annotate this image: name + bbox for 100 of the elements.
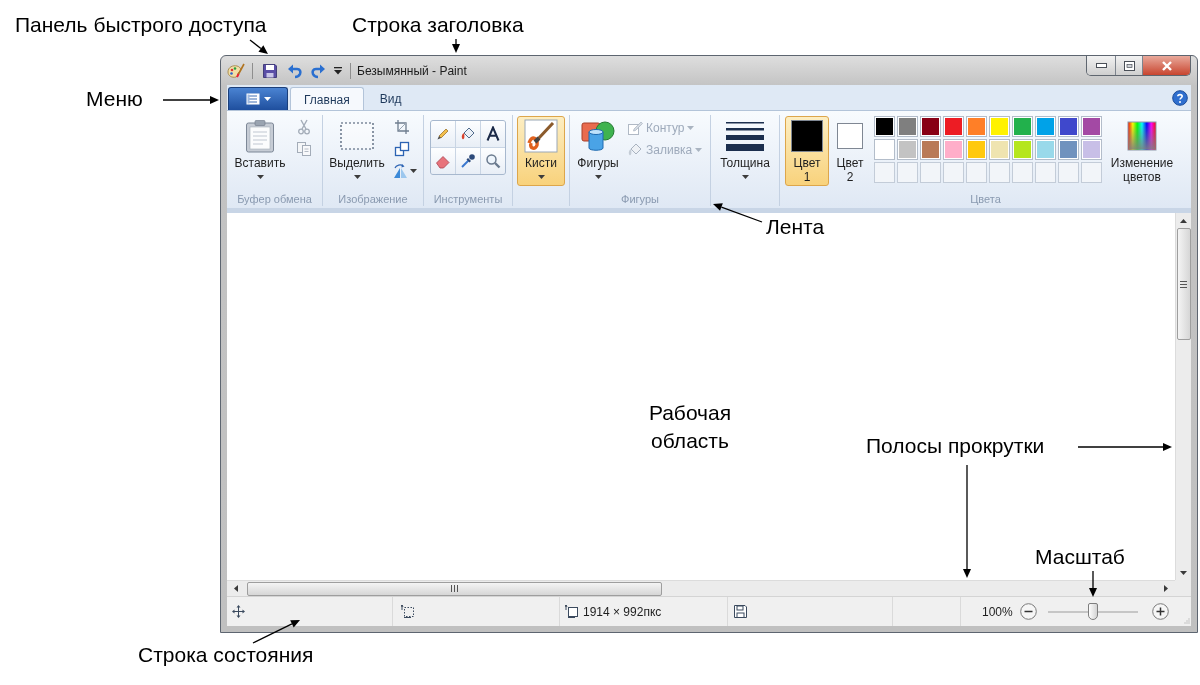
grip-icon	[1180, 280, 1187, 288]
arrow-up-icon	[1180, 218, 1187, 223]
caret-icon	[263, 97, 271, 101]
ribbon-button[interactable]: Вставить	[230, 116, 290, 186]
zoom-level-text: 100%	[982, 603, 1013, 621]
caret-icon	[687, 126, 695, 130]
minimize-button[interactable]	[1087, 56, 1116, 75]
color-swatch[interactable]	[1035, 139, 1056, 160]
color-slot-button[interactable]: Цвет 2	[832, 116, 868, 186]
horizontal-scrollbar[interactable]	[227, 580, 1175, 596]
resize-grip-icon	[1183, 617, 1190, 624]
scissors-icon	[296, 119, 312, 135]
save-button[interactable]	[262, 62, 278, 79]
empty-color-slot[interactable]	[1035, 162, 1056, 183]
crop-icon	[394, 119, 410, 135]
color-swatch[interactable]	[920, 139, 941, 160]
callout-label: Панель быстрого доступа	[15, 12, 267, 38]
empty-color-slot[interactable]	[1012, 162, 1033, 183]
plus-icon	[1151, 603, 1169, 620]
palette-icon	[227, 62, 245, 79]
group-label: Изображение	[338, 192, 408, 206]
color-swatch[interactable]	[1081, 139, 1102, 160]
window-title: Безымянный - Paint	[357, 62, 467, 80]
ribbon-button[interactable]: Толщина	[714, 116, 776, 186]
caret-icon	[409, 169, 417, 173]
ribbon-button[interactable]: Кисти	[517, 116, 565, 186]
paint-bucket-icon	[627, 142, 643, 158]
group-label: Цвета	[970, 192, 1001, 206]
empty-color-slot[interactable]	[897, 162, 918, 183]
ribbon-tab[interactable]: Вид	[365, 87, 416, 110]
help-icon	[1172, 89, 1188, 106]
dashed-rectangle-icon	[340, 122, 374, 150]
color-swatch[interactable]	[874, 139, 895, 160]
zoom-out-button[interactable]	[1019, 603, 1037, 620]
close-button[interactable]	[1143, 56, 1190, 75]
pencil-icon	[435, 126, 451, 142]
color-swatch[interactable]	[897, 139, 918, 160]
ribbon-button[interactable]: Выделить	[326, 116, 388, 186]
callout-label: Масштаб	[1035, 544, 1125, 570]
clipboard-icon	[245, 119, 275, 153]
caret-icon	[256, 175, 264, 179]
empty-color-slot[interactable]	[1081, 162, 1102, 183]
ribbon-button[interactable]: Фигуры	[573, 116, 623, 186]
caret-icon	[353, 175, 361, 179]
customize-button[interactable]	[333, 65, 343, 76]
callout-arrow	[252, 620, 300, 644]
color-swatch[interactable]	[920, 116, 941, 137]
callout-arrow	[249, 39, 268, 54]
callout-arrow	[452, 38, 460, 53]
empty-color-slot[interactable]	[1058, 162, 1079, 183]
slider-thumb[interactable]	[1087, 603, 1098, 620]
callout-label: Рабочая область	[647, 400, 733, 454]
vertical-scrollbar[interactable]	[1175, 213, 1191, 580]
callout-label: Строка заголовка	[352, 12, 524, 38]
group-label: Инструменты	[433, 192, 503, 206]
undo-button[interactable]	[287, 62, 303, 79]
color-swatch[interactable]	[1012, 139, 1033, 160]
app-icon-button[interactable]	[227, 62, 245, 79]
color-swatch[interactable]	[966, 116, 987, 137]
empty-color-slot[interactable]	[920, 162, 941, 183]
arrow-left-icon	[234, 585, 238, 592]
color-swatch[interactable]	[966, 139, 987, 160]
scrollbar-thumb[interactable]	[247, 581, 662, 596]
empty-color-slot[interactable]	[966, 162, 987, 183]
color-swatch[interactable]	[1058, 116, 1079, 137]
zoom-in-button[interactable]	[1151, 603, 1169, 620]
dashed-square-icon	[401, 605, 415, 618]
redo-button[interactable]	[310, 62, 326, 79]
canvas-size-icon	[565, 605, 579, 618]
redo-icon	[310, 62, 326, 79]
callout-label: Полосы прокрутки	[866, 433, 1045, 459]
color-swatch[interactable]	[874, 116, 895, 137]
color-swatch[interactable]	[897, 116, 918, 137]
color-slot-button[interactable]: Цвет 1	[785, 116, 829, 186]
tool-button[interactable]	[456, 148, 480, 174]
arrow-right-icon	[1164, 585, 1168, 592]
empty-color-slot[interactable]	[989, 162, 1010, 183]
tool-button[interactable]	[481, 121, 505, 147]
file-menu-button[interactable]	[228, 87, 288, 110]
canvas-size-text: 1914 × 992пкс	[583, 603, 662, 621]
color-swatch[interactable]	[1035, 116, 1056, 137]
ribbon-tab[interactable]: Главная	[290, 87, 364, 111]
scrollbar-thumb[interactable]	[1176, 228, 1191, 340]
color-swatch[interactable]	[1081, 116, 1102, 137]
color-swatch[interactable]	[1012, 116, 1033, 137]
four-way-arrows-icon	[232, 605, 245, 618]
color-swatch[interactable]	[1058, 139, 1079, 160]
copy-icon	[296, 141, 312, 157]
color-swatch[interactable]	[943, 116, 964, 137]
caret-icon	[537, 175, 545, 179]
caret-icon	[695, 148, 703, 152]
empty-color-slot[interactable]	[874, 162, 895, 183]
save-icon	[734, 605, 747, 618]
color-swatch[interactable]	[943, 139, 964, 160]
ribbon-button[interactable]: Изменение цветов	[1106, 116, 1178, 186]
color-swatch[interactable]	[989, 139, 1010, 160]
empty-color-slot[interactable]	[943, 162, 964, 183]
maximize-button[interactable]	[1116, 56, 1143, 75]
caret-icon	[594, 175, 602, 179]
color-swatch[interactable]	[989, 116, 1010, 137]
